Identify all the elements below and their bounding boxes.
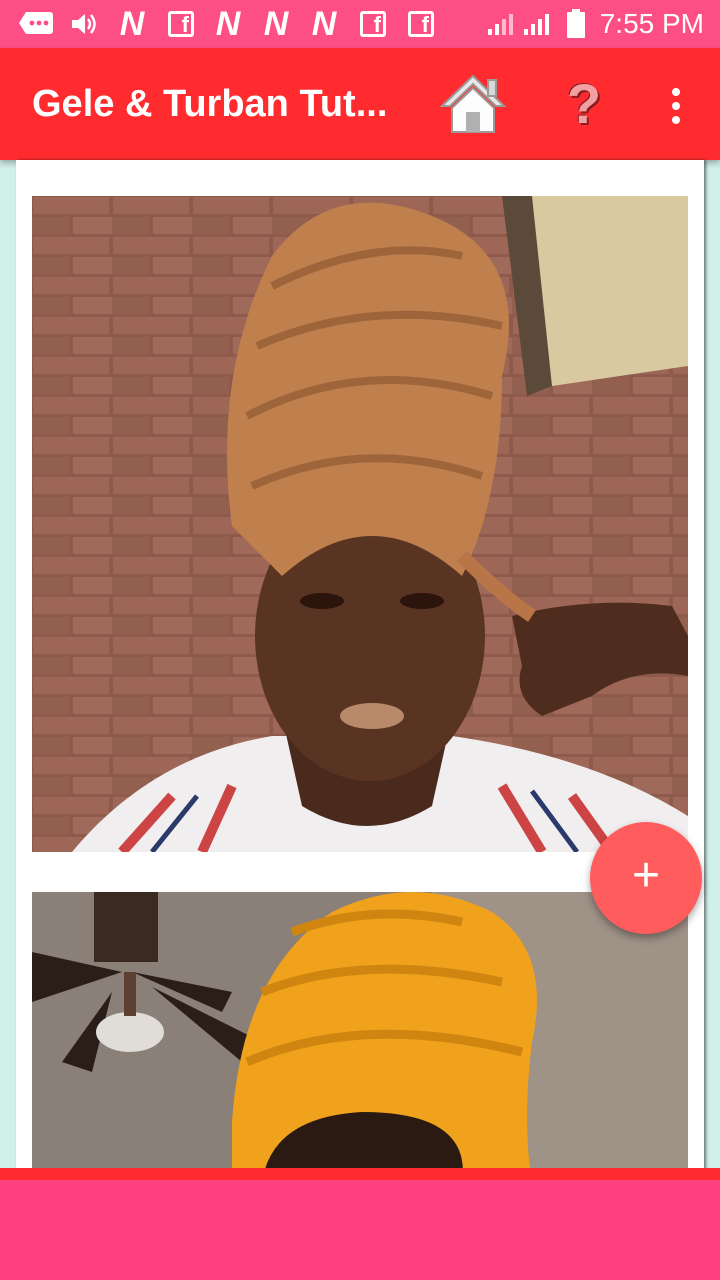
home-button[interactable] [438, 70, 508, 140]
plus-icon: + [631, 849, 661, 902]
status-bar: N f N N N f f 7:55 PM [0, 0, 720, 48]
n-notification-icon: N [215, 5, 241, 43]
facebook-icon: f [168, 11, 194, 37]
headwrap-photo [32, 892, 688, 1170]
clock: 7:55 PM [599, 8, 704, 39]
headwrap-photo-card[interactable] [32, 892, 688, 1170]
bottom-bar [0, 1168, 720, 1280]
headwrap-photo [32, 196, 688, 852]
n-notification-icon: N [119, 5, 145, 43]
home-icon [439, 74, 507, 133]
n-notification-icon: N [311, 5, 337, 43]
help-icon: ? [566, 72, 602, 135]
signal-icon [522, 8, 554, 40]
facebook-icon: f [408, 11, 434, 37]
volume-icon [70, 8, 98, 40]
help-button[interactable]: ? [560, 72, 608, 136]
app-bar: Gele & Turban Tut... ? [0, 48, 720, 160]
signal-icon [486, 8, 518, 40]
app-title: Gele & Turban Tut... [32, 83, 388, 125]
n-notification-icon: N [263, 5, 289, 43]
battery-icon [566, 8, 586, 40]
more-options-button[interactable] [654, 80, 698, 128]
add-fab-button[interactable]: + [590, 822, 702, 934]
headwrap-photo-card[interactable] [32, 196, 688, 852]
facebook-icon: f [360, 11, 386, 37]
message-icon [18, 8, 54, 40]
feed-list[interactable] [16, 160, 704, 1170]
